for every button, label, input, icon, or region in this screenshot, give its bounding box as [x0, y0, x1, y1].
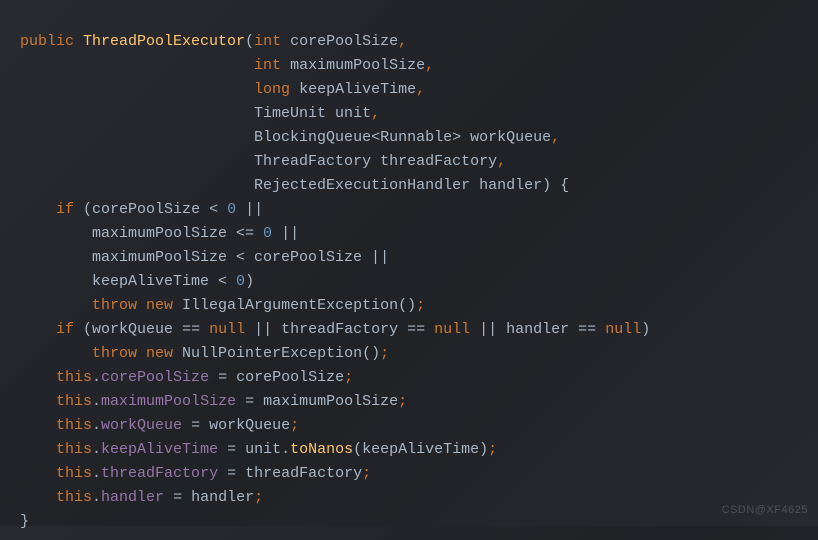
- line-21: }: [20, 513, 29, 530]
- line-19: this.threadFactory = threadFactory;: [20, 465, 371, 482]
- line-8: if (corePoolSize < 0 ||: [20, 201, 263, 218]
- line-12: throw new IllegalArgumentException();: [20, 297, 425, 314]
- line-17: this.workQueue = workQueue;: [20, 417, 299, 434]
- line-5: BlockingQueue<Runnable> workQueue,: [20, 129, 560, 146]
- line-6: ThreadFactory threadFactory,: [20, 153, 506, 170]
- line-2: int maximumPoolSize,: [20, 57, 434, 74]
- line-14: throw new NullPointerException();: [20, 345, 389, 362]
- line-16: this.maximumPoolSize = maximumPoolSize;: [20, 393, 407, 410]
- line-1: public ThreadPoolExecutor(int corePoolSi…: [20, 33, 407, 50]
- line-11: keepAliveTime < 0): [20, 273, 254, 290]
- line-18: this.keepAliveTime = unit.toNanos(keepAl…: [20, 441, 497, 458]
- line-7: RejectedExecutionHandler handler) {: [20, 177, 569, 194]
- code-block: public ThreadPoolExecutor(int corePoolSi…: [0, 0, 818, 540]
- line-10: maximumPoolSize < corePoolSize ||: [20, 249, 389, 266]
- line-9: maximumPoolSize <= 0 ||: [20, 225, 299, 242]
- line-20: this.handler = handler;: [20, 489, 263, 506]
- line-3: long keepAliveTime,: [20, 81, 425, 98]
- line-4: TimeUnit unit,: [20, 105, 380, 122]
- watermark-text: CSDN@XF4625: [722, 498, 808, 522]
- line-13: if (workQueue == null || threadFactory =…: [20, 321, 650, 338]
- line-15: this.corePoolSize = corePoolSize;: [20, 369, 353, 386]
